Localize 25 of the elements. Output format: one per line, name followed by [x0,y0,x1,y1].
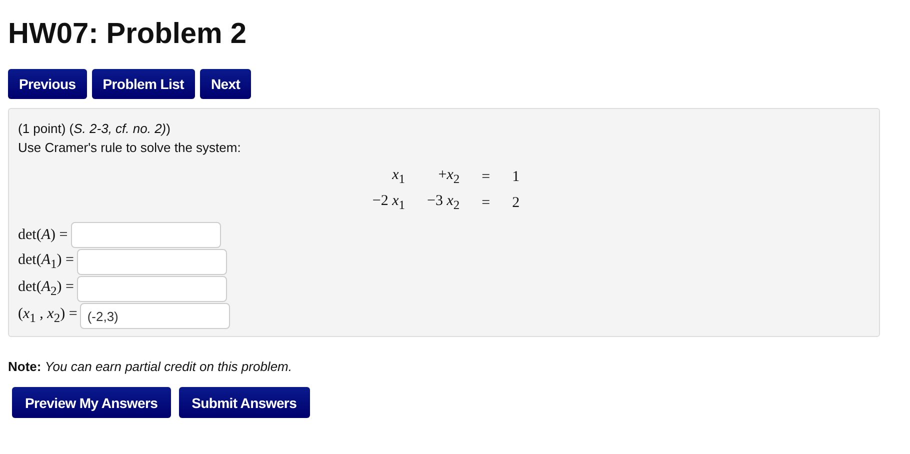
answer-label: det(A) = [18,226,68,244]
nav-button[interactable]: Problem List [92,69,195,99]
submit-button[interactable]: Preview My Answers [12,387,171,418]
nav-button[interactable]: Previous [8,69,87,99]
answer-field[interactable] [76,249,227,275]
nav-button[interactable]: Next [200,69,252,99]
equation-term: 1 [511,168,521,187]
equation-term: −3 x$_{2}$ [426,192,461,214]
answer-label: (x$_{1}$ , x$_{2}$) = [18,306,78,326]
equation-term: +x$_{2}$ [437,166,461,188]
page-title: HW07: Problem 2 [8,17,248,52]
submit-button[interactable]: Submit Answers [178,387,310,418]
problem-header: (1 point) (S. 2-3, cf. no. 2)) [18,120,172,138]
answer-field[interactable]: (-2,3) [80,303,230,329]
equation-term: −2 x$_{1}$ [371,192,406,214]
answer-field[interactable] [70,222,221,248]
answer-label: det(A$_{2}$) = [18,279,74,299]
equation-term: x$_{1}$ [391,166,406,188]
problem-instruction: Use Cramer's rule to solve the system: [18,139,242,157]
answer-label: det(A$_{1}$) = [18,252,74,272]
note-text: Note: You can earn partial credit on this problem. [8,359,293,374]
equation-term: = [480,194,492,213]
equation-term: 2 [511,194,521,213]
equation-term: = [480,168,492,187]
answer-field[interactable] [76,276,227,302]
